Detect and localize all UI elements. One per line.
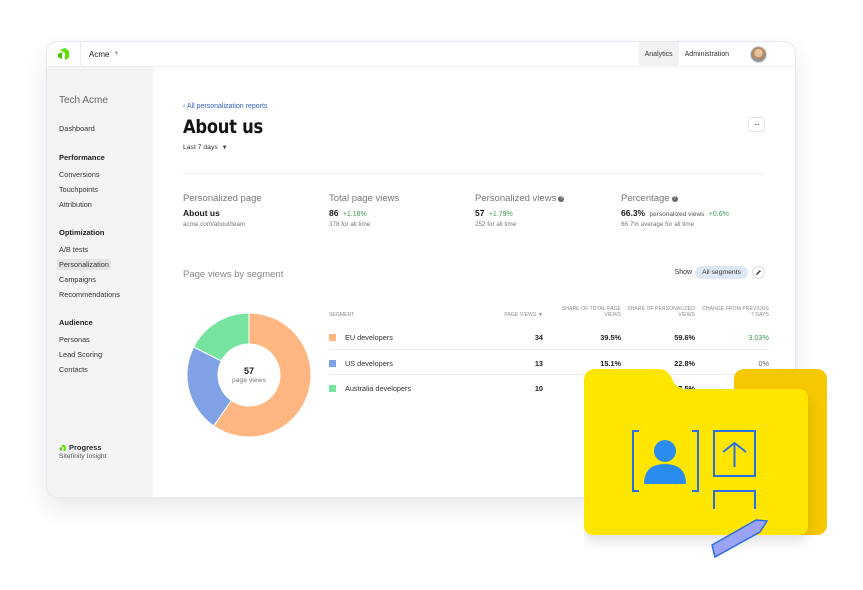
stat-label: Personalized page [183,193,262,204]
share-personalized: 22.8% [674,358,695,368]
col-change[interactable]: Change from previous 7 days [699,306,769,320]
segment-donut-chart [186,312,312,438]
section-title: Page views by segment [183,269,284,280]
sidebar-item-dashboard[interactable]: Dashboard [59,124,95,133]
sidebar-item-personalization[interactable]: Personalization [57,259,111,270]
divider [183,173,765,174]
folder-illustration [584,369,827,559]
col-share-total[interactable]: Share of total page views [551,306,621,320]
change: 3.03% [748,333,769,342]
top-bar: Acme ▼ Analytics Administration [47,42,795,67]
tenant-name: Tech Acme [59,95,108,106]
help-icon[interactable]: ? [671,196,678,202]
app-logo-icon[interactable] [57,47,71,61]
share-total: 15.1% [600,358,621,368]
topbar-divider [80,42,81,67]
stat-personalized-page: Personalized page About us acme.com/abou… [183,193,323,228]
folder-front [584,369,808,535]
col-page-views-label: Page views [504,312,537,319]
sidebar-item-recommendations[interactable]: Recommendations [59,290,120,299]
more-icon: ... [754,117,759,127]
sidebar-item-contacts[interactable]: Contacts [59,365,88,374]
stat-value: About us [183,208,220,218]
stat-sub: 252 for all time [475,221,517,228]
stat-personalized-views: Personalized views? 57 +1.79% 252 for al… [475,193,615,228]
col-share-personalized[interactable]: Share of personalized views [625,306,695,320]
share-total: 39.5% [600,333,621,342]
edit-button[interactable] [752,266,765,279]
sidebar: Tech Acme Dashboard Performance Conversi… [47,67,153,497]
more-options-button[interactable]: ... [748,117,765,132]
stat-sub: 378 for all time [329,221,371,228]
stat-delta: +0.6% [708,211,729,218]
change: 0% [758,358,769,368]
sidebar-group-optimization: Optimization [59,228,105,237]
show-label: Show [674,269,693,276]
help-icon[interactable]: ? [558,196,565,202]
sort-down-icon: ▼ [537,312,543,319]
chevron-down-icon: ▼ [221,145,228,151]
stat-value: 66.3% [621,208,646,218]
segment-name: US developers [345,358,393,368]
stat-delta: +1.79% [488,211,513,218]
back-link[interactable]: ‹ All personalization reports [183,103,267,110]
page-views: 10 [534,384,543,393]
sidebar-item-attribution[interactable]: Attribution [59,200,92,209]
org-name: Acme [89,49,110,59]
stat-page-url: acme.com/about/team [183,221,246,228]
brand-product: Sitefinity Insight [59,453,107,460]
share-personalized: 59.6% [674,333,695,342]
col-page-views[interactable]: Page views ▼ [504,312,543,319]
stat-total-page-views: Total page views 86 +1.18% 378 for all t… [329,193,469,228]
stat-label: Percentage [621,193,670,204]
segment-name: Australia developers [345,384,412,393]
sidebar-item-personas[interactable]: Personas [59,335,90,344]
sidebar-group-performance: Performance [59,153,105,162]
segment-name: EU developers [345,333,393,342]
stat-sub: 66.7% average for all time [621,221,695,228]
sidebar-item-ab-tests[interactable]: A/B tests [59,245,88,254]
progress-logo-icon [59,444,66,451]
stat-value: 57 [475,208,485,218]
table-header: Segment Page views ▼ Share of total page… [329,295,769,319]
page-views: 34 [534,333,543,342]
tab-analytics[interactable]: Analytics [638,42,679,67]
pencil-icon [756,270,761,275]
page-views: 13 [534,358,543,368]
sidebar-item-conversions[interactable]: Conversions [59,170,100,179]
stat-percentage: Percentage? 66.3% personalized views +0.… [621,193,761,228]
stat-label: Total page views [329,193,400,204]
sidebar-group-audience: Audience [59,318,93,327]
sidebar-item-lead-scoring[interactable]: Lead Scoring [59,350,102,359]
stat-mid-label: personalized views [649,211,705,218]
segment-filter: Show All segments [675,266,765,279]
chevron-down-icon: ▼ [113,51,120,57]
brand-name: Progress [69,443,102,452]
back-link-label: All personalization reports [186,103,268,110]
sidebar-item-touchpoints[interactable]: Touchpoints [59,185,98,194]
col-segment[interactable]: Segment [329,312,354,319]
segment-color-swatch [329,359,336,367]
user-avatar[interactable] [750,46,767,63]
segment-filter-pill[interactable]: All segments [695,266,748,279]
segment-color-swatch [329,385,336,392]
tab-administration[interactable]: Administration [679,42,735,67]
top-nav: Analytics Administration [638,42,795,67]
segment-color-swatch [329,334,336,341]
stat-label: Personalized views [475,193,557,204]
sidebar-item-campaigns[interactable]: Campaigns [59,275,96,284]
stat-value: 86 [329,208,339,218]
page-title: About us [183,116,264,138]
brand-logo: Progress Sitefinity Insight [59,443,107,460]
table-row[interactable]: EU developers 34 39.5% 59.6% 3.03% [329,324,769,350]
org-switcher[interactable]: Acme ▼ [89,50,119,59]
date-range-dropdown[interactable]: Last 7 days ▼ [183,144,228,151]
date-range-label: Last 7 days [183,144,218,151]
stat-delta: +1.18% [342,211,367,218]
